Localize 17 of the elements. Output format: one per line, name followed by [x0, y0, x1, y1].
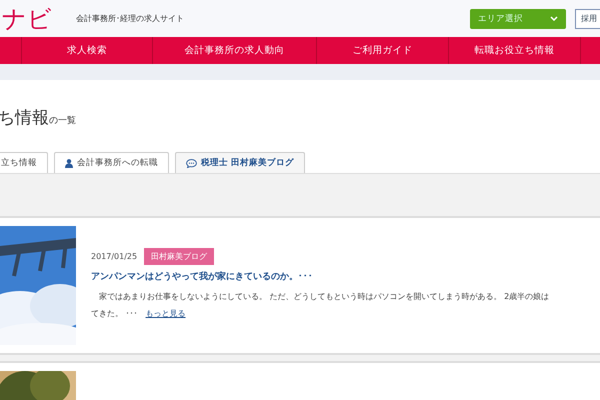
chevron-down-icon: [550, 16, 558, 21]
person-icon: [65, 158, 73, 168]
category-tag[interactable]: 田村麻美ブログ: [144, 248, 214, 265]
site-tagline: 会計事務所･経理の求人サイト: [76, 13, 184, 24]
tab[interactable]: 税理士 田村麻美ブログ: [175, 152, 305, 173]
post-excerpt: てきた。 ･･･: [91, 308, 138, 319]
tab[interactable]: 立ち情報: [0, 152, 48, 173]
tab[interactable]: 会計事務所への転職: [54, 152, 169, 173]
post-title[interactable]: アンパンマンはどうやって我が家にきているのか。･･･: [91, 270, 550, 283]
site-logo[interactable]: ナビ: [2, 6, 52, 30]
area-select[interactable]: エリア選択: [470, 8, 566, 28]
page-title: ち情報の一覧: [0, 106, 76, 128]
post-date: 2017/01/25: [91, 252, 138, 261]
read-more-link[interactable]: もっと見る: [146, 308, 186, 319]
chat-icon: [186, 158, 197, 168]
recruit-button[interactable]: 採用: [575, 8, 600, 28]
post-excerpt: 家ではあまりお仕事をしないようにしている。 ただ、どうしてもという時はパソコンを開いてしまう時がある。 2歳半の娘は: [98, 291, 550, 302]
